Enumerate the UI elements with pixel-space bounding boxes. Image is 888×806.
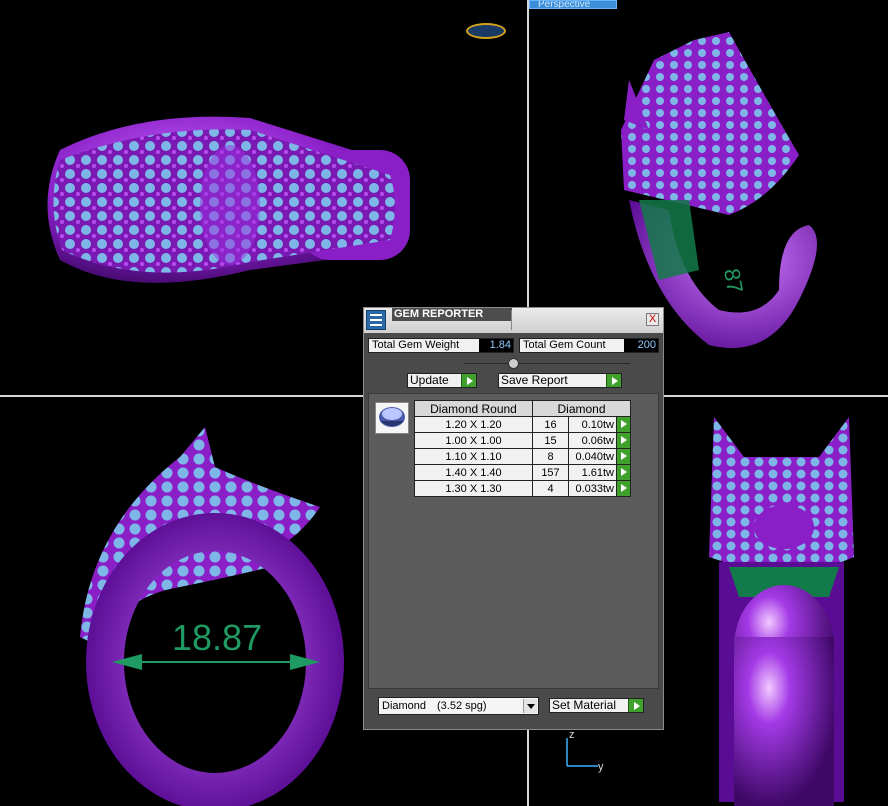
table-row[interactable]: 1.40 X 1.40 157 1.61tw [414, 464, 631, 481]
total-gem-count: Total Gem Count 200 [519, 338, 659, 353]
gem-weight: 0.033tw [568, 480, 617, 497]
gem-weight: 0.06tw [568, 432, 617, 449]
axis-triad-icon: z y [566, 729, 604, 773]
total-gem-weight-label: Total Gem Weight [372, 339, 460, 351]
gem-weight: 0.10tw [568, 416, 617, 433]
measure-label-rotated: 87 [719, 267, 748, 295]
select-row-button[interactable] [616, 448, 631, 465]
gem-list-area: Diamond Round Diamond 1.20 X 1.20 16 0.1… [368, 393, 659, 689]
total-gem-count-label: Total Gem Count [523, 339, 606, 351]
close-button[interactable]: X [646, 313, 659, 326]
material-spg: (3.52 spg) [437, 700, 487, 712]
total-gem-weight: Total Gem Weight 1.84 [368, 338, 514, 353]
perspective-view-label[interactable]: Perspective [529, 0, 617, 9]
select-row-button[interactable] [616, 432, 631, 449]
view-cube-icon[interactable] [466, 23, 506, 39]
total-gem-count-value: 200 [624, 339, 658, 352]
total-gem-weight-value: 1.84 [479, 339, 513, 352]
gem-count: 4 [532, 480, 569, 497]
panel-title-bar[interactable]: GEM REPORTER X [364, 308, 663, 333]
gem-table: Diamond Round Diamond 1.20 X 1.20 16 0.1… [414, 400, 631, 497]
measure-arrow [112, 654, 320, 670]
gem-weight: 0.040tw [568, 448, 617, 465]
axis-label-y: y [598, 761, 604, 773]
panel-title: GEM REPORTER [392, 308, 512, 321]
table-row[interactable]: 1.00 X 1.00 15 0.06tw [414, 432, 631, 449]
axis-label-z: z [569, 729, 575, 741]
material-name: Diamond [382, 700, 427, 712]
save-report-label: Save Report [501, 373, 568, 387]
panel-slider-handle[interactable] [508, 358, 519, 369]
chevron-down-icon[interactable] [523, 699, 537, 713]
select-row-button[interactable] [616, 416, 631, 433]
gem-size: 1.30 X 1.30 [414, 480, 533, 497]
gem-reporter-logo-icon [366, 310, 386, 330]
play-icon [628, 699, 643, 712]
gem-reporter-panel: GEM REPORTER X Total Gem Weight 1.84 Tot… [363, 307, 664, 730]
select-row-button[interactable] [616, 480, 631, 497]
save-report-button[interactable]: Save Report [498, 373, 622, 388]
table-header-material: Diamond [532, 400, 631, 417]
gem-size: 1.40 X 1.40 [414, 464, 533, 481]
table-row[interactable]: 1.20 X 1.20 16 0.10tw [414, 416, 631, 433]
gem-weight: 1.61tw [568, 464, 617, 481]
gem-size: 1.00 X 1.00 [414, 432, 533, 449]
update-label: Update [410, 373, 449, 387]
title-separator [511, 310, 512, 330]
gem-size: 1.10 X 1.10 [414, 448, 533, 465]
play-icon [461, 374, 476, 387]
play-icon [606, 374, 621, 387]
round-diamond-icon[interactable] [375, 402, 409, 434]
set-material-label: Set Material [552, 698, 617, 712]
select-row-button[interactable] [616, 464, 631, 481]
gem-size: 1.20 X 1.20 [414, 416, 533, 433]
gem-count: 16 [532, 416, 569, 433]
set-material-button[interactable]: Set Material [549, 698, 644, 713]
material-select[interactable]: Diamond (3.52 spg) [378, 697, 539, 715]
table-row[interactable]: 1.30 X 1.30 4 0.033tw [414, 480, 631, 497]
update-button[interactable]: Update [407, 373, 477, 388]
table-row[interactable]: 1.10 X 1.10 8 0.040tw [414, 448, 631, 465]
panel-slider-track [464, 363, 630, 364]
gem-count: 8 [532, 448, 569, 465]
table-header-shape: Diamond Round [414, 400, 533, 417]
gem-count: 157 [532, 464, 569, 481]
gem-count: 15 [532, 432, 569, 449]
